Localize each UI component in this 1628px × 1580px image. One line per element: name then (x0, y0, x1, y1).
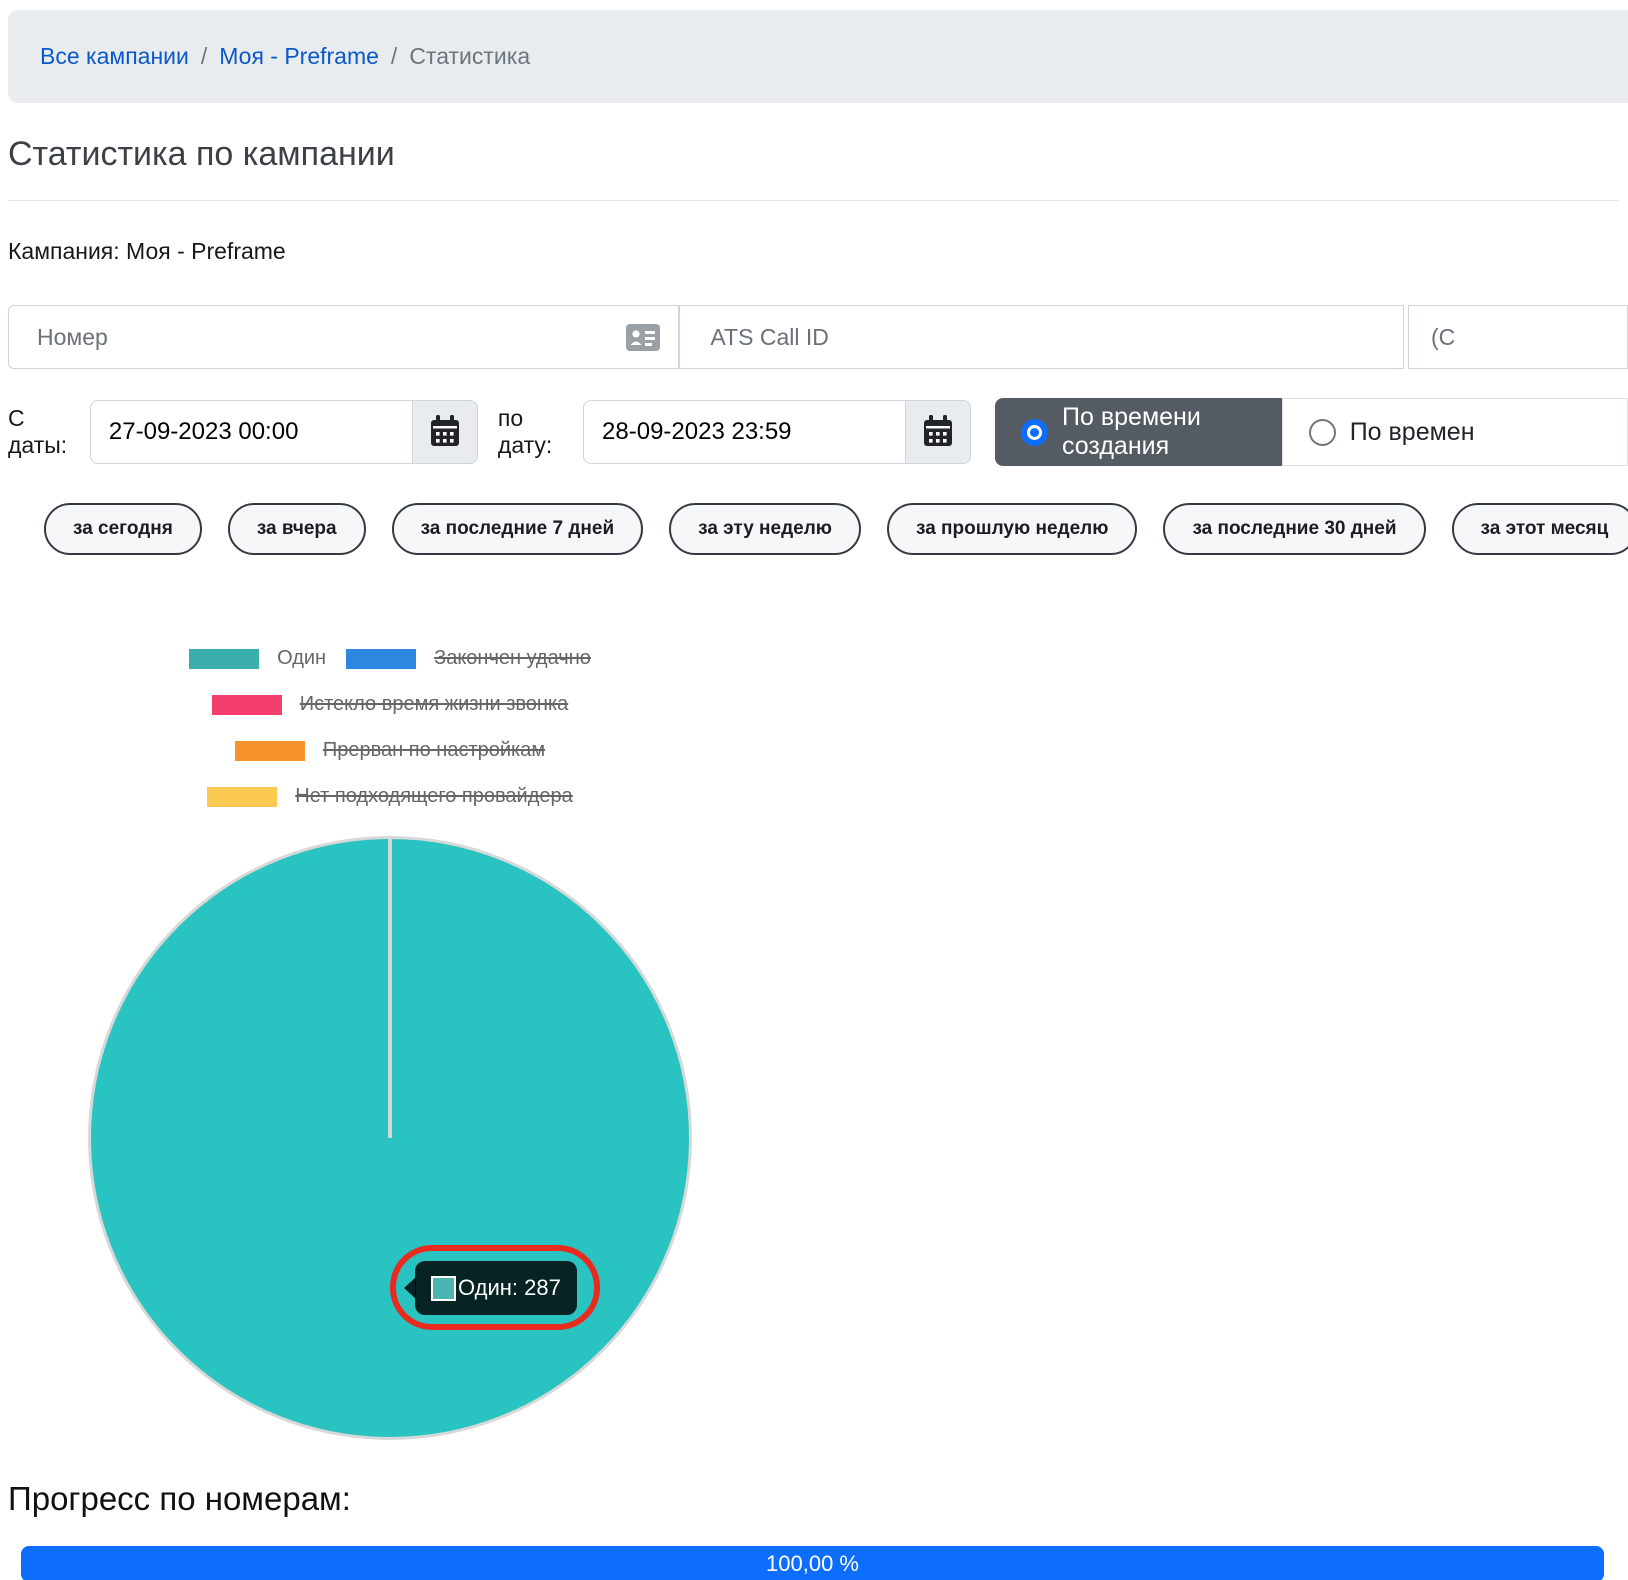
legend-swatch (212, 695, 282, 715)
breadcrumb-current: Статистика (409, 43, 530, 69)
legend-row: Один Закончен удачно (0, 647, 780, 670)
address-card-icon (626, 324, 678, 351)
pill-this-month[interactable]: за этот месяц (1452, 503, 1628, 555)
ats-call-id-input[interactable] (679, 305, 1404, 369)
to-date-group (583, 400, 971, 464)
pie-area: Один: 287 (88, 836, 692, 1440)
time-mode-toggle: По времени создания По времен (995, 398, 1628, 466)
legend-row: Прерван по настройкам (0, 739, 780, 762)
calendar-icon (430, 415, 460, 450)
legend-label: Прерван по настройкам (323, 739, 545, 762)
toggle-label: По времен (1350, 418, 1475, 447)
legend-swatch (189, 649, 259, 669)
pill-last-week[interactable]: за прошлую неделю (887, 503, 1137, 555)
legend-label: Один (277, 647, 326, 670)
legend-swatch (235, 741, 305, 761)
breadcrumb-link-campaign[interactable]: Моя - Preframe (219, 43, 379, 69)
legend-label: Истекло время жизни звонка (300, 693, 569, 716)
from-date-input[interactable] (90, 400, 412, 464)
from-date-label: С даты: (8, 405, 76, 459)
legend-swatch (346, 649, 416, 669)
progress-bar: 100,00 % (21, 1546, 1604, 1580)
to-date-label: по дату: (498, 405, 569, 459)
toggle-label: По времени создания (1062, 403, 1256, 461)
progress-heading: Прогресс по номерам: (8, 1480, 1628, 1518)
legend-item-no-provider[interactable]: Нет подходящего провайдера (207, 785, 572, 808)
breadcrumb-link-all-campaigns[interactable]: Все кампании (40, 43, 189, 69)
from-date-calendar-button[interactable] (412, 400, 478, 464)
number-input[interactable] (9, 324, 626, 351)
toggle-by-creation-time[interactable]: По времени создания (995, 398, 1282, 466)
tooltip-text: Один: 287 (458, 1275, 561, 1301)
tooltip-swatch (431, 1276, 456, 1301)
toggle-by-call-time[interactable]: По времен (1282, 398, 1628, 466)
to-date-input[interactable] (583, 400, 905, 464)
legend-item-finished-ok[interactable]: Закончен удачно (346, 647, 591, 670)
legend-row: Истекло время жизни звонка (0, 693, 780, 716)
to-date-calendar-button[interactable] (905, 400, 971, 464)
title-divider (8, 200, 1618, 201)
quick-range-pills: за сегодня за вчера за последние 7 дней … (44, 503, 1628, 555)
progress-value-label: 100,00 % (766, 1551, 859, 1577)
pill-yesterday[interactable]: за вчера (228, 503, 366, 555)
pill-last-30-days[interactable]: за последние 30 дней (1163, 503, 1425, 555)
pie-chart: Один Закончен удачно Истекло время жизни… (0, 647, 780, 1440)
date-filters-row: С даты: по дату: (8, 399, 1628, 465)
legend-item-odin[interactable]: Один (189, 647, 326, 670)
legend-label: Закончен удачно (434, 647, 591, 670)
number-input-group (8, 305, 679, 369)
radio-checked-icon (1021, 419, 1048, 446)
legend-item-interrupted[interactable]: Прерван по настройкам (235, 739, 545, 762)
pill-this-week[interactable]: за эту неделю (669, 503, 861, 555)
legend-label: Нет подходящего провайдера (295, 785, 572, 808)
pie-slice-border (388, 839, 392, 1138)
legend-item-ttl-expired[interactable]: Истекло время жизни звонка (212, 693, 569, 716)
breadcrumb: Все кампании / Моя - Preframe / Статистика (8, 10, 1628, 103)
legend-swatch (207, 787, 277, 807)
progress-track: 100,00 % (21, 1546, 1604, 1580)
page-title: Статистика по кампании (8, 135, 1628, 174)
calendar-icon (923, 415, 953, 450)
breadcrumb-separator: / (391, 43, 397, 69)
legend-row: Нет подходящего провайдера (0, 785, 780, 808)
extra-filter-input[interactable] (1408, 305, 1628, 369)
from-date-group (90, 400, 478, 464)
pill-last-7-days[interactable]: за последние 7 дней (392, 503, 644, 555)
chart-tooltip: Один: 287 (415, 1261, 577, 1315)
tooltip-caret (404, 1277, 416, 1299)
campaign-label: Кампания: Моя - Preframe (8, 238, 1628, 265)
pill-today[interactable]: за сегодня (44, 503, 202, 555)
radio-unchecked-icon (1309, 419, 1336, 446)
search-filters-row (8, 305, 1628, 369)
breadcrumb-separator: / (201, 43, 207, 69)
